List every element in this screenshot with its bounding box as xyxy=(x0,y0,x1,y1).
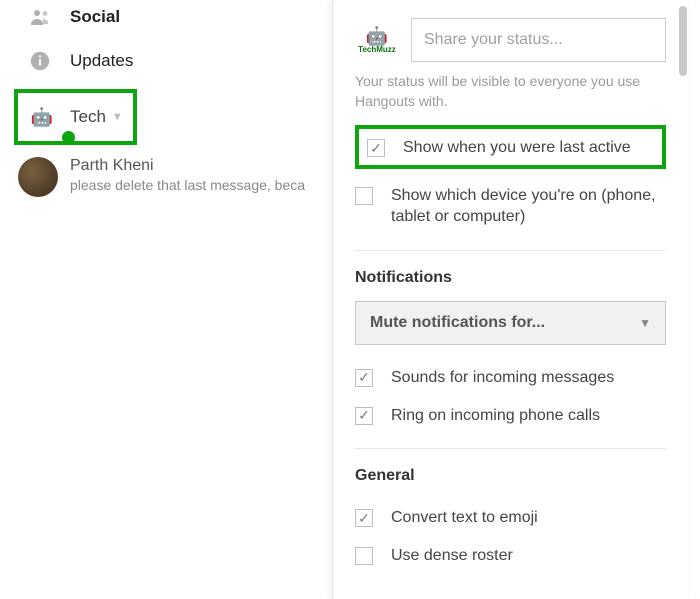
chevron-down-icon[interactable]: ▼ xyxy=(112,111,123,123)
ring-row[interactable]: Ring on incoming phone calls xyxy=(355,397,666,435)
message-preview: please delete that last message, beca xyxy=(70,177,318,193)
account-name[interactable]: Tech xyxy=(70,107,106,127)
last-active-row[interactable]: Show when you were last active xyxy=(367,135,656,161)
select-label: Mute notifications for... xyxy=(370,314,545,332)
robot-icon: 🤖 xyxy=(31,108,53,126)
checkbox-label: Show which device you're on (phone, tabl… xyxy=(391,185,666,228)
mute-notifications-select[interactable]: Mute notifications for... ▼ xyxy=(355,301,666,345)
checkbox-label: Use dense roster xyxy=(391,545,513,567)
checkbox-checked-icon[interactable] xyxy=(355,369,373,387)
checkbox-label: Ring on incoming phone calls xyxy=(391,405,600,427)
sidebar-item-label: Updates xyxy=(70,51,133,71)
checkbox-checked-icon[interactable] xyxy=(355,407,373,425)
show-device-row[interactable]: Show which device you're on (phone, tabl… xyxy=(355,177,666,236)
divider xyxy=(355,250,666,251)
sidebar-item-social[interactable]: Social xyxy=(0,0,330,39)
checkbox-checked-icon[interactable] xyxy=(367,139,385,157)
divider xyxy=(355,448,666,449)
sidebar-item-updates[interactable]: Updates xyxy=(0,39,330,83)
checkbox-checked-icon[interactable] xyxy=(355,509,373,527)
checkbox-label: Sounds for incoming messages xyxy=(391,367,614,389)
section-header-general: General xyxy=(355,467,666,485)
account-avatar[interactable]: 🤖 xyxy=(24,99,60,135)
contact-name: Parth Kheni xyxy=(70,157,318,175)
conversation-row[interactable]: Parth Kheni please delete that last mess… xyxy=(0,145,330,197)
status-input[interactable] xyxy=(411,18,666,62)
avatar xyxy=(18,157,58,197)
sounds-row[interactable]: Sounds for incoming messages xyxy=(355,359,666,397)
panel-avatar: 🤖 TechMuzz xyxy=(355,18,399,62)
scrollbar-thumb[interactable] xyxy=(679,6,687,76)
checkbox-label: Show when you were last active xyxy=(403,137,631,159)
section-header-notifications: Notifications xyxy=(355,269,666,287)
chevron-down-icon: ▼ xyxy=(639,316,651,330)
emoji-row[interactable]: Convert text to emoji xyxy=(355,499,666,537)
brand-text: TechMuzz xyxy=(358,45,396,54)
account-switcher-highlight: 🤖 Tech ▼ xyxy=(14,89,137,145)
checkbox-icon[interactable] xyxy=(355,187,373,205)
dense-roster-row[interactable]: Use dense roster xyxy=(355,537,666,575)
robot-icon: 🤖 xyxy=(366,27,388,45)
last-active-highlight: Show when you were last active xyxy=(355,125,666,169)
sidebar-item-label: Social xyxy=(70,7,120,27)
people-icon xyxy=(28,5,52,29)
info-icon xyxy=(28,49,52,73)
settings-panel: 🤖 TechMuzz Your status will be visible t… xyxy=(332,0,688,599)
checkbox-icon[interactable] xyxy=(355,547,373,565)
status-hint: Your status will be visible to everyone … xyxy=(355,72,666,111)
checkbox-label: Convert text to emoji xyxy=(391,507,538,529)
presence-indicator xyxy=(62,131,75,144)
